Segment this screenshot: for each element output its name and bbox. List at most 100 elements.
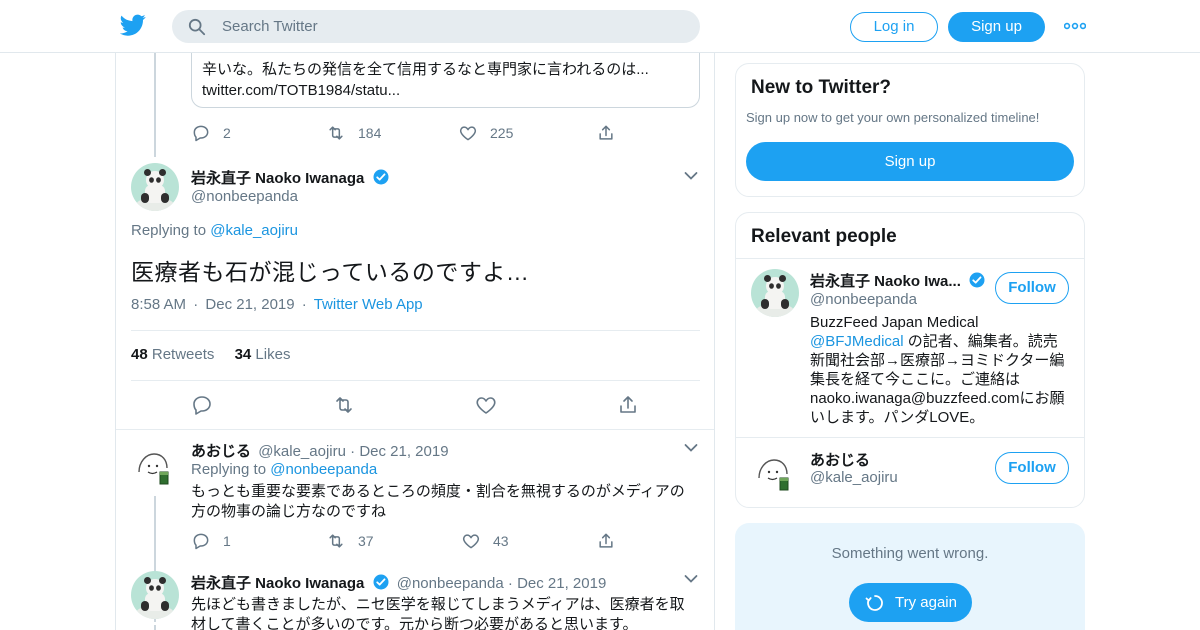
- heart-icon: [459, 126, 477, 141]
- trends-error-card: Something went wrong. Try again: [735, 523, 1085, 630]
- avatar[interactable]: [131, 442, 179, 490]
- share-icon: [599, 533, 613, 548]
- author-name[interactable]: 岩永直子 Naoko Iwanaga: [191, 575, 364, 592]
- login-button[interactable]: Log in: [850, 12, 938, 42]
- reply-icon[interactable]: [190, 393, 214, 417]
- reply1-actions: 1 37 43: [191, 531, 691, 551]
- author-handle[interactable]: @nonbeepanda: [191, 188, 298, 205]
- share-action[interactable]: [596, 123, 628, 143]
- retweet-icon: [329, 126, 343, 140]
- tweet-date[interactable]: Dec 21, 2019: [359, 443, 448, 460]
- bio-line: naoko.iwanaga@buzzfeed.comにお願: [810, 390, 1065, 407]
- reply-action[interactable]: 1: [191, 531, 231, 551]
- card-subtitle: Sign up now to get your own personalized…: [746, 110, 1040, 125]
- sidebar-signup-button[interactable]: Sign up: [746, 142, 1074, 181]
- chevron-down-icon[interactable]: [684, 574, 698, 584]
- heart-icon[interactable]: [474, 393, 498, 417]
- author-name[interactable]: 岩永直子 Naoko Iwanaga: [191, 170, 364, 187]
- new-to-twitter-card: New to Twitter? Sign up now to get your …: [735, 63, 1085, 197]
- bio-mention-link[interactable]: @BFJMedical: [810, 333, 904, 350]
- card-title: New to Twitter?: [751, 77, 892, 98]
- tweet-text-line: 材して書くことが多いのです。元から断つ必要があると思います。: [191, 616, 638, 630]
- chevron-down-icon[interactable]: [684, 443, 698, 453]
- bio-line: 新聞社会部→医療部→ヨミドクター編: [810, 352, 1065, 369]
- try-again-button[interactable]: Try again: [849, 583, 972, 622]
- reply-action[interactable]: 2: [191, 123, 231, 143]
- top-bar: Search Twitter Log in Sign up: [0, 0, 1200, 53]
- author-handle[interactable]: @nonbeepanda: [397, 575, 504, 592]
- twitter-bird-icon[interactable]: [120, 12, 146, 38]
- bio-line: いします。パンダLOVE。: [810, 409, 985, 426]
- avatar[interactable]: [131, 163, 179, 211]
- person-handle[interactable]: @kale_aojiru: [810, 469, 898, 486]
- tweet-time[interactable]: 8:58 AM: [131, 296, 186, 313]
- retweets-stat[interactable]: 48 Retweets: [131, 346, 214, 363]
- tweet-text-line: 先ほども書きましたが、ニセ医学を報じてしまうメディアは、医療者を取: [191, 596, 685, 613]
- conversation-column: 辛いな。私たちの発信を全て信用するなと専門家に言われるのは... twitter…: [115, 53, 715, 630]
- search-bar[interactable]: Search Twitter: [172, 10, 700, 43]
- replying-to-link[interactable]: @nonbeepanda: [270, 461, 377, 478]
- card-title: Relevant people: [751, 226, 897, 247]
- share-icon: [599, 125, 613, 140]
- verified-badge-icon: [969, 272, 985, 288]
- search-placeholder[interactable]: Search Twitter: [222, 18, 318, 35]
- retweets-label: Retweets: [151, 346, 215, 363]
- main-tweet-header: 岩永直子 Naoko Iwanaga: [191, 167, 390, 188]
- verified-badge-icon: [373, 574, 389, 590]
- reply-icon: [193, 125, 209, 142]
- avatar[interactable]: [751, 448, 799, 496]
- person1-header: 岩永直子 Naoko Iwa...: [810, 270, 986, 291]
- person-bio: BuzzFeed Japan Medical @BFJMedical の記者、編…: [810, 313, 1072, 427]
- search-icon: [188, 18, 206, 36]
- quoted-tweet-text: 辛いな。私たちの発信を全て信用するなと専門家に言われるのは...: [202, 61, 649, 78]
- panda-avatar-image: [131, 163, 179, 211]
- tweet-date[interactable]: Dec 21, 2019: [517, 575, 606, 592]
- author-handle[interactable]: @kale_aojiru: [258, 443, 346, 460]
- retweet-action[interactable]: 184: [326, 123, 381, 143]
- signup-button[interactable]: Sign up: [948, 12, 1045, 42]
- bio-line: 集長を経て今ここに。ご連絡は: [810, 371, 1021, 388]
- like-count: 43: [493, 533, 509, 549]
- chevron-down-icon[interactable]: [684, 171, 698, 181]
- panda-avatar-image: [131, 571, 179, 619]
- thread-line: [154, 625, 156, 630]
- likes-stat[interactable]: 34 Likes: [235, 346, 291, 363]
- like-action[interactable]: 43: [461, 531, 509, 551]
- tweet-date[interactable]: Dec 21, 2019: [205, 296, 294, 313]
- tweet-source[interactable]: Twitter Web App: [314, 296, 423, 313]
- follow-button[interactable]: Follow: [995, 272, 1069, 304]
- tweet-text: 医療者も石が混じっているのですよ…: [131, 259, 530, 285]
- quoted-tweet-link: twitter.com/TOTB1984/statu...: [202, 82, 401, 99]
- try-again-label: Try again: [895, 594, 957, 611]
- quoted-tweet[interactable]: 辛いな。私たちの発信を全て信用するなと専門家に言われるのは... twitter…: [191, 53, 700, 108]
- author-name[interactable]: あおじる: [191, 443, 251, 460]
- relevant-people-card: Relevant people 岩永直子 Naoko Iwa... @nonbe…: [735, 212, 1085, 508]
- person-name[interactable]: あおじる: [810, 449, 870, 470]
- avatar[interactable]: [131, 571, 179, 619]
- share-icon[interactable]: [616, 393, 640, 417]
- verified-badge-icon: [373, 169, 389, 185]
- retweet-action[interactable]: 37: [326, 531, 374, 551]
- tweet-meta: 8:58 AM · Dec 21, 2019 · Twitter Web App: [131, 296, 423, 313]
- replying-to-label: Replying to: [131, 222, 207, 239]
- tweet-text: もっとも重要な要素であるところの頻度・割合を無視するのがメディアの 方の物事の論…: [191, 482, 701, 522]
- refresh-icon: [865, 595, 883, 611]
- bio-line: @BFJMedical の記者、編集者。読売: [810, 332, 1072, 351]
- like-action[interactable]: 225: [458, 123, 513, 143]
- replying-to-link[interactable]: @kale_aojiru: [210, 222, 298, 239]
- bio-line: BuzzFeed Japan Medical: [810, 314, 979, 331]
- bio-text: の記者、編集者。読売: [903, 333, 1058, 350]
- person-handle[interactable]: @nonbeepanda: [810, 291, 917, 308]
- avatar[interactable]: [751, 269, 799, 317]
- reply1-header: あおじる @kale_aojiru · Dec 21, 2019: [191, 443, 449, 460]
- person-name[interactable]: 岩永直子 Naoko Iwa...: [810, 273, 961, 290]
- share-action[interactable]: [596, 531, 628, 551]
- likes-count: 34: [234, 346, 252, 363]
- tweet-text: 先ほども書きましたが、ニセ医学を報じてしまうメディアは、医療者を取 材して書くこ…: [191, 595, 701, 630]
- retweet-count: 37: [358, 533, 374, 549]
- retweet-icon[interactable]: [332, 393, 356, 417]
- follow-button[interactable]: Follow: [995, 452, 1069, 484]
- more-options-icon[interactable]: [1064, 20, 1086, 32]
- replying-to: Replying to @nonbeepanda: [191, 461, 377, 478]
- replying-to: Replying to @kale_aojiru: [131, 222, 298, 239]
